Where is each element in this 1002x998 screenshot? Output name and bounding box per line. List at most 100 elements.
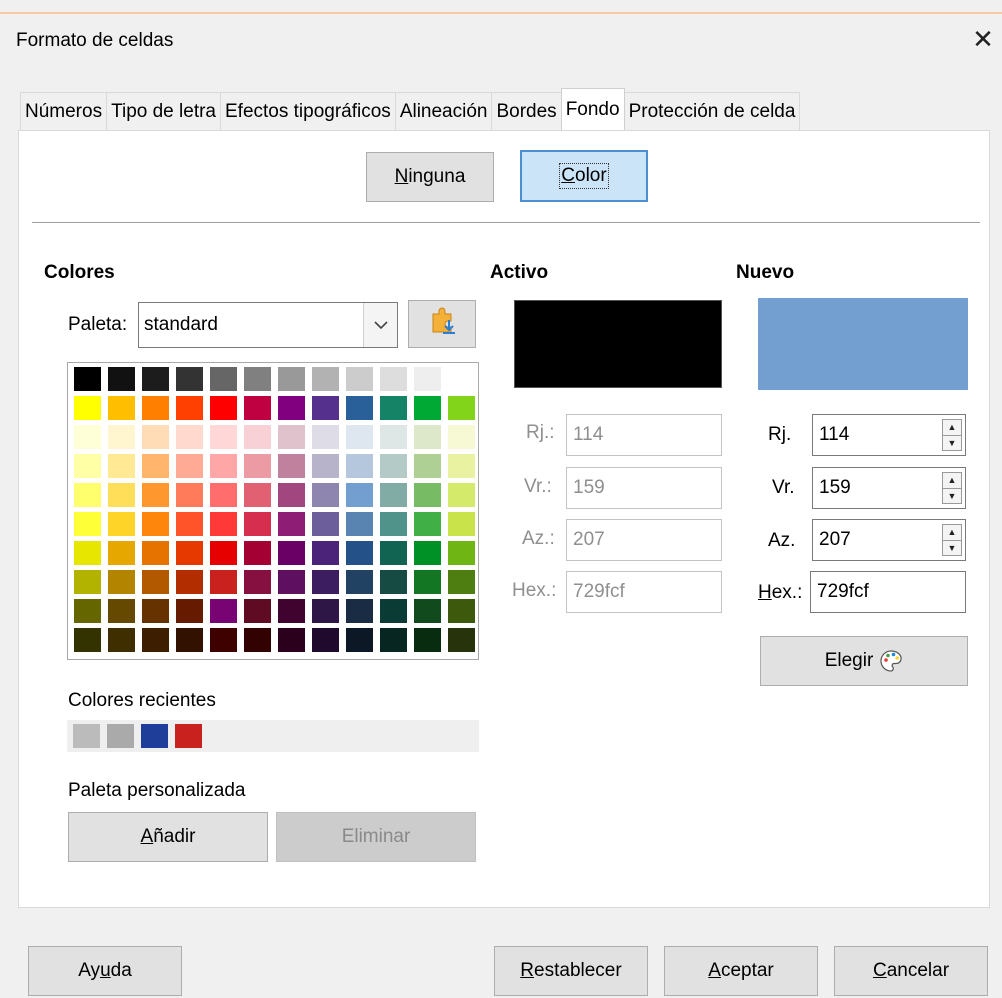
palette-swatch[interactable] (142, 541, 169, 565)
palette-swatch[interactable] (278, 454, 305, 478)
recent-color-swatch[interactable] (175, 724, 202, 748)
palette-swatch[interactable] (448, 425, 475, 449)
palette-swatch[interactable] (210, 367, 237, 391)
none-button[interactable]: Ninguna (366, 152, 494, 202)
palette-swatch[interactable] (74, 425, 101, 449)
import-palette-button[interactable] (408, 300, 476, 348)
red-spinner[interactable]: ▲ ▼ (942, 419, 962, 451)
new-red-field[interactable]: 114 ▲ ▼ (812, 414, 966, 456)
palette-swatch[interactable] (312, 483, 339, 507)
palette-swatch[interactable] (74, 599, 101, 623)
palette-swatch[interactable] (448, 541, 475, 565)
palette-swatch[interactable] (414, 454, 441, 478)
palette-swatch[interactable] (278, 541, 305, 565)
palette-swatch[interactable] (176, 628, 203, 652)
blue-spinner[interactable]: ▲ ▼ (942, 524, 962, 556)
palette-swatch[interactable] (244, 454, 271, 478)
palette-swatch[interactable] (448, 396, 475, 420)
palette-swatch[interactable] (380, 599, 407, 623)
palette-swatch[interactable] (108, 483, 135, 507)
recent-color-swatch[interactable] (107, 724, 134, 748)
palette-swatch[interactable] (312, 512, 339, 536)
palette-swatch[interactable] (346, 570, 373, 594)
pick-color-button[interactable]: Elegir (760, 636, 968, 686)
palette-swatch[interactable] (108, 425, 135, 449)
delete-button[interactable]: Eliminar (276, 812, 476, 862)
palette-swatch[interactable] (176, 541, 203, 565)
tab-efectos-tipograficos[interactable]: Efectos tipográficos (220, 92, 396, 130)
tab-proteccion-de-celda[interactable]: Protección de celda (623, 92, 801, 130)
green-spinner[interactable]: ▲ ▼ (942, 472, 962, 504)
palette-swatch[interactable] (210, 570, 237, 594)
palette-swatch[interactable] (108, 628, 135, 652)
palette-swatch[interactable] (312, 367, 339, 391)
palette-swatch[interactable] (176, 570, 203, 594)
palette-swatch[interactable] (278, 599, 305, 623)
help-button[interactable]: Ayuda (28, 946, 182, 996)
ok-button[interactable]: Aceptar (664, 946, 818, 996)
palette-swatch[interactable] (448, 599, 475, 623)
palette-swatch[interactable] (210, 541, 237, 565)
palette-swatch[interactable] (108, 570, 135, 594)
palette-swatch[interactable] (414, 512, 441, 536)
cancel-button[interactable]: Cancelar (834, 946, 988, 996)
palette-swatch[interactable] (312, 454, 339, 478)
palette-swatch[interactable] (74, 367, 101, 391)
palette-swatch[interactable] (312, 570, 339, 594)
palette-swatch[interactable] (142, 454, 169, 478)
new-green-field[interactable]: 159 ▲ ▼ (812, 467, 966, 509)
palette-swatch[interactable] (278, 425, 305, 449)
palette-swatch[interactable] (380, 628, 407, 652)
palette-swatch[interactable] (176, 396, 203, 420)
spin-down-icon[interactable]: ▼ (943, 487, 961, 504)
add-button[interactable]: Añadir (68, 812, 268, 862)
palette-swatch[interactable] (244, 541, 271, 565)
spin-up-icon[interactable]: ▲ (943, 525, 961, 540)
palette-swatch[interactable] (380, 541, 407, 565)
palette-swatch[interactable] (108, 541, 135, 565)
palette-swatch[interactable] (244, 628, 271, 652)
palette-swatch[interactable] (414, 483, 441, 507)
palette-swatch[interactable] (380, 512, 407, 536)
palette-swatch[interactable] (142, 570, 169, 594)
palette-swatch[interactable] (142, 425, 169, 449)
palette-select[interactable]: standard (138, 302, 398, 348)
palette-swatch[interactable] (346, 367, 373, 391)
palette-swatch[interactable] (108, 367, 135, 391)
palette-swatch[interactable] (142, 599, 169, 623)
palette-swatch[interactable] (108, 599, 135, 623)
recent-color-swatch[interactable] (73, 724, 100, 748)
palette-swatch[interactable] (380, 367, 407, 391)
palette-swatch[interactable] (346, 541, 373, 565)
palette-swatch[interactable] (346, 454, 373, 478)
tab-tipo-de-letra[interactable]: Tipo de letra (106, 92, 221, 130)
palette-swatch[interactable] (210, 599, 237, 623)
palette-swatch[interactable] (414, 541, 441, 565)
palette-swatch[interactable] (414, 599, 441, 623)
palette-swatch[interactable] (278, 483, 305, 507)
palette-swatch[interactable] (244, 570, 271, 594)
palette-swatch[interactable] (74, 454, 101, 478)
palette-swatch[interactable] (448, 628, 475, 652)
spin-down-icon[interactable]: ▼ (943, 539, 961, 556)
palette-swatch[interactable] (142, 483, 169, 507)
palette-swatch[interactable] (210, 483, 237, 507)
palette-swatch[interactable] (448, 454, 475, 478)
palette-swatch[interactable] (448, 512, 475, 536)
palette-swatch[interactable] (142, 367, 169, 391)
palette-swatch[interactable] (244, 599, 271, 623)
palette-swatch[interactable] (346, 425, 373, 449)
palette-swatch[interactable] (244, 425, 271, 449)
palette-swatch[interactable] (210, 454, 237, 478)
palette-swatch[interactable] (278, 396, 305, 420)
palette-swatch[interactable] (414, 396, 441, 420)
palette-swatch[interactable] (108, 512, 135, 536)
palette-swatch[interactable] (448, 367, 475, 391)
palette-swatch[interactable] (176, 599, 203, 623)
palette-swatch[interactable] (312, 541, 339, 565)
spin-up-icon[interactable]: ▲ (943, 473, 961, 488)
palette-swatch[interactable] (176, 367, 203, 391)
recent-color-swatch[interactable] (141, 724, 168, 748)
palette-swatch[interactable] (74, 570, 101, 594)
tab-alineacion[interactable]: Alineación (394, 92, 493, 130)
